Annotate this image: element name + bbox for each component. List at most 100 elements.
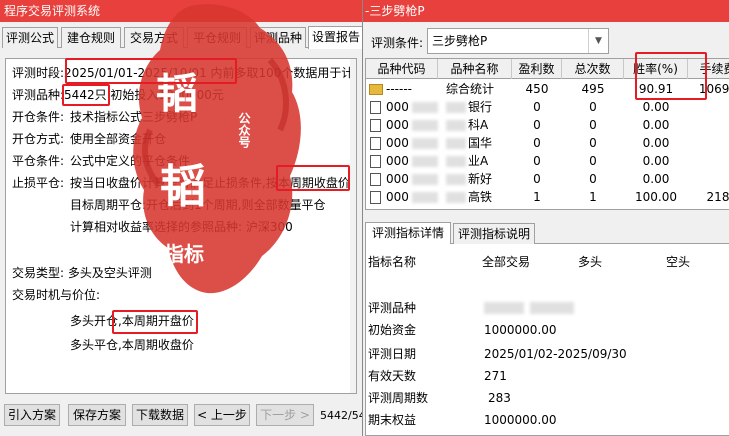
metric-label: 期末权益 — [368, 413, 417, 427]
config-tabs: 评测公式 建仓规则 交易方式 平仓规则 评测品种 设置报告 — [2, 26, 362, 49]
tab-products[interactable]: 评测品种 — [250, 27, 306, 48]
chevron-down-icon[interactable]: ▼ — [588, 29, 608, 53]
redacted-block — [412, 102, 438, 113]
col-fee[interactable]: 手续费 — [688, 59, 729, 79]
table-header: 品种代码 品种名称 盈利数 总次数 胜率(%) 手续费 — [366, 59, 729, 79]
folder-icon — [369, 84, 383, 95]
row-code: 000 — [386, 136, 409, 150]
row-total: 495 — [581, 82, 605, 96]
panel-scrollbar[interactable] — [350, 59, 356, 393]
table-row[interactable]: 000 新好 0 0 0.00 — [366, 171, 729, 188]
table-row[interactable]: ------ 综合统计 450 495 90.91 10699 — [366, 81, 729, 98]
redacted-block — [412, 120, 438, 131]
metric-label: 评测日期 — [368, 347, 417, 361]
row-code: 000 — [386, 100, 409, 114]
row-win-rate: 90.91 — [638, 82, 674, 96]
row-total: 0 — [589, 118, 597, 132]
row-name: 业A — [468, 154, 489, 168]
redacted-block — [446, 120, 466, 131]
row-win-rate: 0.00 — [642, 100, 670, 114]
row-wins: 0 — [533, 136, 541, 150]
col-total[interactable]: 总次数 — [562, 59, 624, 79]
table-row[interactable]: 000 科A 0 0 0.00 — [366, 117, 729, 134]
open-mode-row: 开仓方式: 使用全部资金开仓 — [12, 131, 166, 147]
table-row[interactable]: 000 业A 0 0 0.00 — [366, 153, 729, 170]
metric-header-short: 空头 — [666, 255, 691, 269]
tab-trade-mode[interactable]: 交易方式 — [124, 27, 184, 48]
row-fee: 10699 — [698, 82, 729, 96]
redacted-block — [484, 302, 524, 314]
table-row[interactable]: 000 高铁 1 1 100.00 218 — [366, 189, 729, 206]
metric-label: 有效天数 — [368, 369, 417, 383]
document-icon — [370, 119, 381, 132]
watermark-side-text: 公众号 — [237, 112, 251, 148]
row-name: 国华 — [468, 136, 493, 150]
col-code[interactable]: 品种代码 — [366, 59, 438, 79]
tab-close-rules[interactable]: 平仓规则 — [187, 27, 247, 48]
tab-report-settings[interactable]: 设置报告 — [308, 26, 362, 49]
redacted-block — [412, 174, 438, 185]
metric-header-long: 多头 — [578, 255, 603, 269]
stop-loss-value: 按当日收盘价计算是否满足止损条件,按本周期收盘价平 — [70, 176, 357, 190]
metric-header-name: 指标名称 — [368, 255, 417, 269]
row-win-rate: 0.00 — [642, 172, 670, 186]
next-step-button[interactable]: 下一步 > — [256, 404, 314, 426]
col-name[interactable]: 品种名称 — [438, 59, 512, 79]
row-win-rate: 0.00 — [642, 136, 670, 150]
metric-value: 1000000.00 — [484, 323, 557, 337]
progress-count: 5442/54 — [320, 409, 362, 422]
import-scheme-button[interactable]: 引入方案 — [4, 404, 60, 426]
redacted-block — [446, 138, 466, 149]
row-wins: 0 — [533, 154, 541, 168]
col-wins[interactable]: 盈利数 — [512, 59, 562, 79]
metric-value: 1000000.00 — [484, 413, 557, 427]
metric-label: 评测品种 — [368, 301, 417, 315]
close-condition-label: 平仓条件: — [12, 154, 65, 168]
prev-step-button[interactable]: < 上一步 — [194, 404, 250, 426]
open-condition-label: 开仓条件: — [12, 110, 65, 124]
document-icon — [370, 155, 381, 168]
target-period-label: 目标周期平仓: — [70, 198, 147, 212]
metric-value: 2025/01/02-2025/09/30 — [484, 347, 627, 361]
row-code: 000 — [386, 190, 409, 204]
save-scheme-button[interactable]: 保存方案 — [68, 404, 126, 426]
row-total: 0 — [589, 136, 597, 150]
row-name: 综合统计 — [446, 82, 495, 96]
metric-value: 283 — [488, 391, 511, 405]
tab-open-rules[interactable]: 建仓规则 — [61, 27, 121, 48]
period-label: 评测时段: — [12, 66, 65, 80]
tab-metric-description[interactable]: 评测指标说明 — [453, 223, 535, 244]
condition-select[interactable]: 三步劈枪P ▼ — [427, 28, 609, 54]
metric-header-all: 全部交易 — [482, 255, 531, 269]
document-icon — [370, 101, 381, 114]
evaluation-system-window: 程序交易评测系统 评测公式 建仓规则 交易方式 平仓规则 评测品种 设置报告 评… — [0, 0, 362, 436]
row-code: 000 — [386, 154, 409, 168]
row-win-rate: 0.00 — [642, 154, 670, 168]
tab-formula[interactable]: 评测公式 — [2, 27, 58, 48]
result-window: -三步劈枪P 评测条件: 三步劈枪P ▼ 品种代码 品种名称 盈利数 总次数 胜… — [362, 0, 729, 436]
long-close-rule: 多头平仓,本周期收盘价 — [70, 338, 194, 352]
tab-metric-details[interactable]: 评测指标详情 — [365, 222, 451, 245]
download-data-button[interactable]: 下载数据 — [132, 404, 188, 426]
open-mode-label: 开仓方式: — [12, 132, 65, 146]
col-win-rate[interactable]: 胜率(%) — [624, 59, 688, 79]
redacted-block — [412, 192, 438, 203]
trade-type: 交易类型: 多头及空头评测 — [12, 266, 152, 280]
table-row[interactable]: 000 国华 0 0 0.00 — [366, 135, 729, 152]
row-name: 科A — [468, 118, 489, 132]
redacted-block — [530, 302, 574, 314]
detail-tabs: 评测指标详情 评测指标说明 — [365, 222, 729, 245]
row-wins: 0 — [533, 100, 541, 114]
row-fee: 218 — [706, 190, 729, 204]
right-window-title: -三步劈枪P — [363, 0, 729, 22]
row-total: 0 — [589, 154, 597, 168]
row-wins: 1 — [533, 190, 541, 204]
condition-label: 评测条件: — [371, 36, 424, 50]
redacted-block — [446, 156, 466, 167]
row-name: 银行 — [468, 100, 493, 114]
table-row[interactable]: 000 银行 0 0 0.00 — [366, 99, 729, 116]
redacted-block — [412, 138, 438, 149]
period-value: 2025/01/01-2025/10/01 内前多取100个数据用于计算 — [64, 66, 357, 80]
row-code: ------ — [386, 82, 412, 96]
metric-label: 初始资金 — [368, 323, 417, 337]
